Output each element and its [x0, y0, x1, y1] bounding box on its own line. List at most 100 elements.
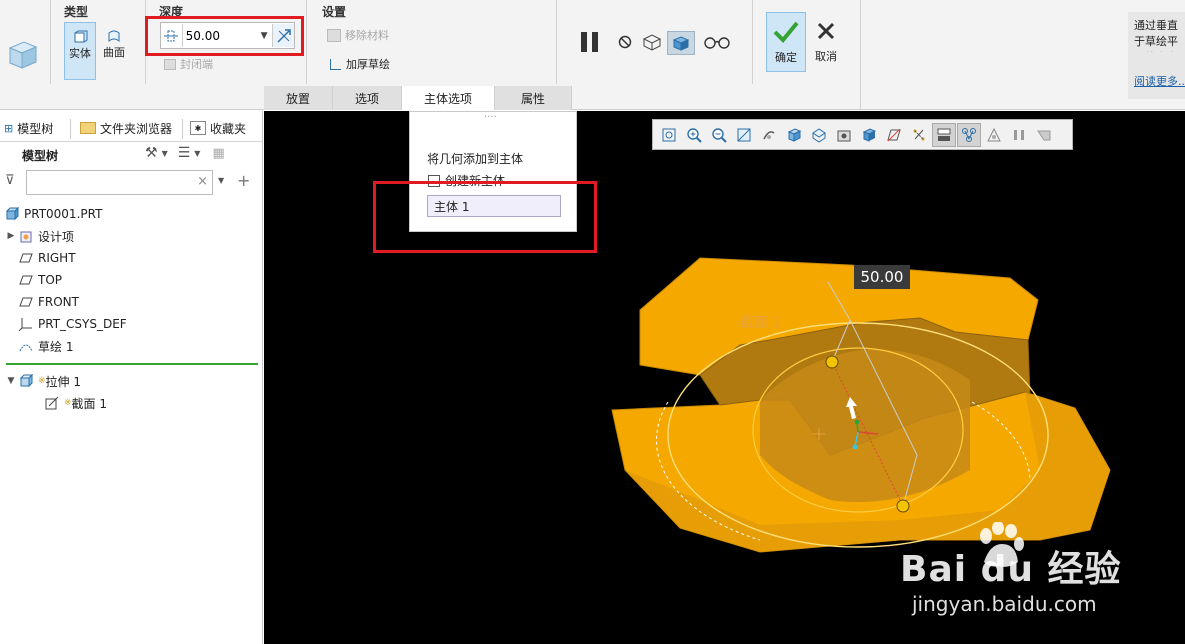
zoom-in-icon	[687, 127, 702, 143]
tree-item-label: FRONT	[38, 295, 79, 309]
watermark-url: jingyan.baidu.com	[912, 592, 1097, 616]
tab-properties[interactable]: 属性	[495, 86, 573, 110]
remove-material-icon	[327, 28, 341, 42]
cap-ends-checkbox[interactable]: 封闭端	[164, 56, 213, 72]
clear-icon[interactable]: ×	[197, 174, 208, 189]
tree-item-extrude[interactable]: ▼ ※ 拉伸 1	[4, 370, 81, 392]
collapse-icon[interactable]: ▼	[4, 376, 18, 386]
verify-button[interactable]	[703, 34, 731, 50]
annotation-display-button[interactable]	[907, 123, 931, 147]
spin-display-button[interactable]	[957, 122, 981, 147]
tree-item-section[interactable]: ※ 截面 1	[44, 392, 107, 414]
tree-item-label: 拉伸 1	[45, 374, 81, 389]
solid-label: 实体	[69, 47, 91, 60]
tree-item-label: PRT0001.PRT	[24, 207, 103, 221]
folder-icon	[80, 122, 96, 134]
extrude-icon	[18, 373, 34, 389]
tab-favorites[interactable]: ✱ 收藏夹	[190, 115, 246, 141]
mesh-preview-button[interactable]	[642, 33, 662, 51]
tab-body-options[interactable]: 主体选项	[402, 86, 496, 110]
section-display-icon	[937, 128, 951, 141]
tree-item-design-items[interactable]: ▶ 设计项	[4, 225, 74, 247]
perspective-view-button[interactable]	[832, 123, 856, 147]
annotation-display-icon	[913, 129, 925, 140]
depth-dimension-label[interactable]: 50.00	[854, 265, 910, 289]
filter-icon[interactable]: ⊽	[5, 173, 15, 188]
model-tree-tab-icon: ⊞	[4, 121, 14, 135]
saved-orientations-button[interactable]	[782, 123, 806, 147]
left-panel: ⊞ 模型树 文件夹浏览器 ✱ 收藏夹 模型树 ⚒ ▼ ☰ ▼ ▦ ⊽ × ▼ +…	[0, 111, 263, 644]
section-label: 截面 1	[740, 315, 782, 331]
no-preview-button[interactable]	[617, 34, 633, 50]
tab-model-tree[interactable]: ⊞ 模型树	[4, 115, 53, 141]
tree-item-top[interactable]: TOP	[18, 269, 62, 291]
favorites-icon: ✱	[190, 121, 206, 135]
view-manager-button[interactable]	[807, 123, 831, 147]
glasses-icon	[704, 37, 730, 49]
surface-type-button[interactable]: 曲面	[98, 22, 130, 80]
thicken-sketch-button[interactable]: 加厚草绘	[330, 56, 390, 72]
surface-icon	[106, 28, 122, 44]
shading-icon	[1037, 130, 1051, 140]
help-text: 通过垂直于草绘平面的方向拉伸截面来创建实体或曲面、添加或移除材料。	[1134, 19, 1178, 52]
tree-item-front[interactable]: FRONT	[18, 291, 79, 313]
pause-button[interactable]	[578, 30, 602, 54]
tree-settings-button[interactable]: ⚒ ▼ ☰ ▼ ▦	[145, 145, 225, 161]
spin-center-button[interactable]	[757, 123, 781, 147]
cancel-label: 取消	[815, 50, 837, 63]
connect-icon	[962, 127, 976, 142]
tree-item-label: RIGHT	[38, 251, 76, 265]
new-marker: ※	[38, 376, 46, 386]
shading-button[interactable]	[1032, 123, 1056, 147]
solid-icon	[72, 29, 88, 45]
expand-icon[interactable]: ▶	[4, 231, 18, 241]
mesh-preview-icon	[642, 34, 662, 51]
tree-item-sketch[interactable]: 草绘 1	[18, 335, 73, 357]
saved-orientations-icon	[787, 127, 802, 142]
type-group-label: 类型	[64, 5, 89, 19]
sketch-icon	[18, 338, 34, 354]
tree-item-label: 草绘 1	[38, 339, 74, 354]
zoom-in-button[interactable]	[682, 123, 706, 147]
thicken-sketch-label: 加厚草绘	[346, 58, 390, 71]
pause-icon	[581, 32, 598, 52]
tree-item-right[interactable]: RIGHT	[18, 247, 76, 269]
pause-animation-button[interactable]	[1007, 123, 1031, 147]
solid-type-button[interactable]: 实体	[64, 22, 96, 80]
datum-plane-icon	[18, 250, 34, 266]
view-manager-icon	[812, 127, 826, 143]
section-display-button[interactable]	[932, 122, 956, 147]
tab-folder-browser[interactable]: 文件夹浏览器	[80, 115, 172, 141]
chevron-down-icon: ▼	[161, 148, 168, 158]
remove-material-button[interactable]: 移除材料	[327, 27, 389, 43]
datum-display-button[interactable]	[882, 123, 906, 147]
tab-options[interactable]: 选项	[333, 86, 403, 110]
appearance-button[interactable]	[982, 123, 1006, 147]
repaint-button[interactable]	[732, 123, 756, 147]
search-input[interactable]	[30, 171, 198, 193]
tree-item-csys[interactable]: PRT_CSYS_DEF	[18, 313, 127, 335]
search-options-chevron-icon[interactable]: ▼	[218, 176, 224, 185]
refit-button[interactable]	[657, 123, 681, 147]
baidu-watermark: Bai du 经验 jingyan.baidu.com	[880, 520, 1170, 640]
zoom-out-button[interactable]	[707, 123, 731, 147]
cancel-button[interactable]: 取消	[810, 12, 842, 72]
search-box[interactable]: ×	[26, 170, 213, 195]
checkmark-icon	[772, 19, 800, 45]
help-link[interactable]: 阅读更多...	[1134, 74, 1185, 90]
insert-here-line[interactable]	[6, 363, 258, 365]
add-filter-icon[interactable]: +	[237, 171, 250, 190]
remove-material-label: 移除材料	[345, 29, 389, 42]
ok-label: 确定	[775, 51, 797, 64]
geometry-preview-button[interactable]	[667, 31, 695, 55]
ok-button[interactable]: 确定	[766, 12, 806, 72]
panel-drag-handle[interactable]: ····	[484, 112, 497, 123]
graphics-toolbar	[652, 119, 1073, 150]
tab-placement[interactable]: 放置	[264, 86, 334, 110]
extrude-feature-icon	[6, 38, 38, 70]
display-style-button[interactable]	[857, 123, 881, 147]
tree-item-part[interactable]: PRT0001.PRT	[4, 203, 102, 225]
display-style-icon	[862, 127, 877, 142]
model-tree-tab-label: 模型树	[17, 121, 54, 136]
refit-icon	[662, 128, 676, 141]
